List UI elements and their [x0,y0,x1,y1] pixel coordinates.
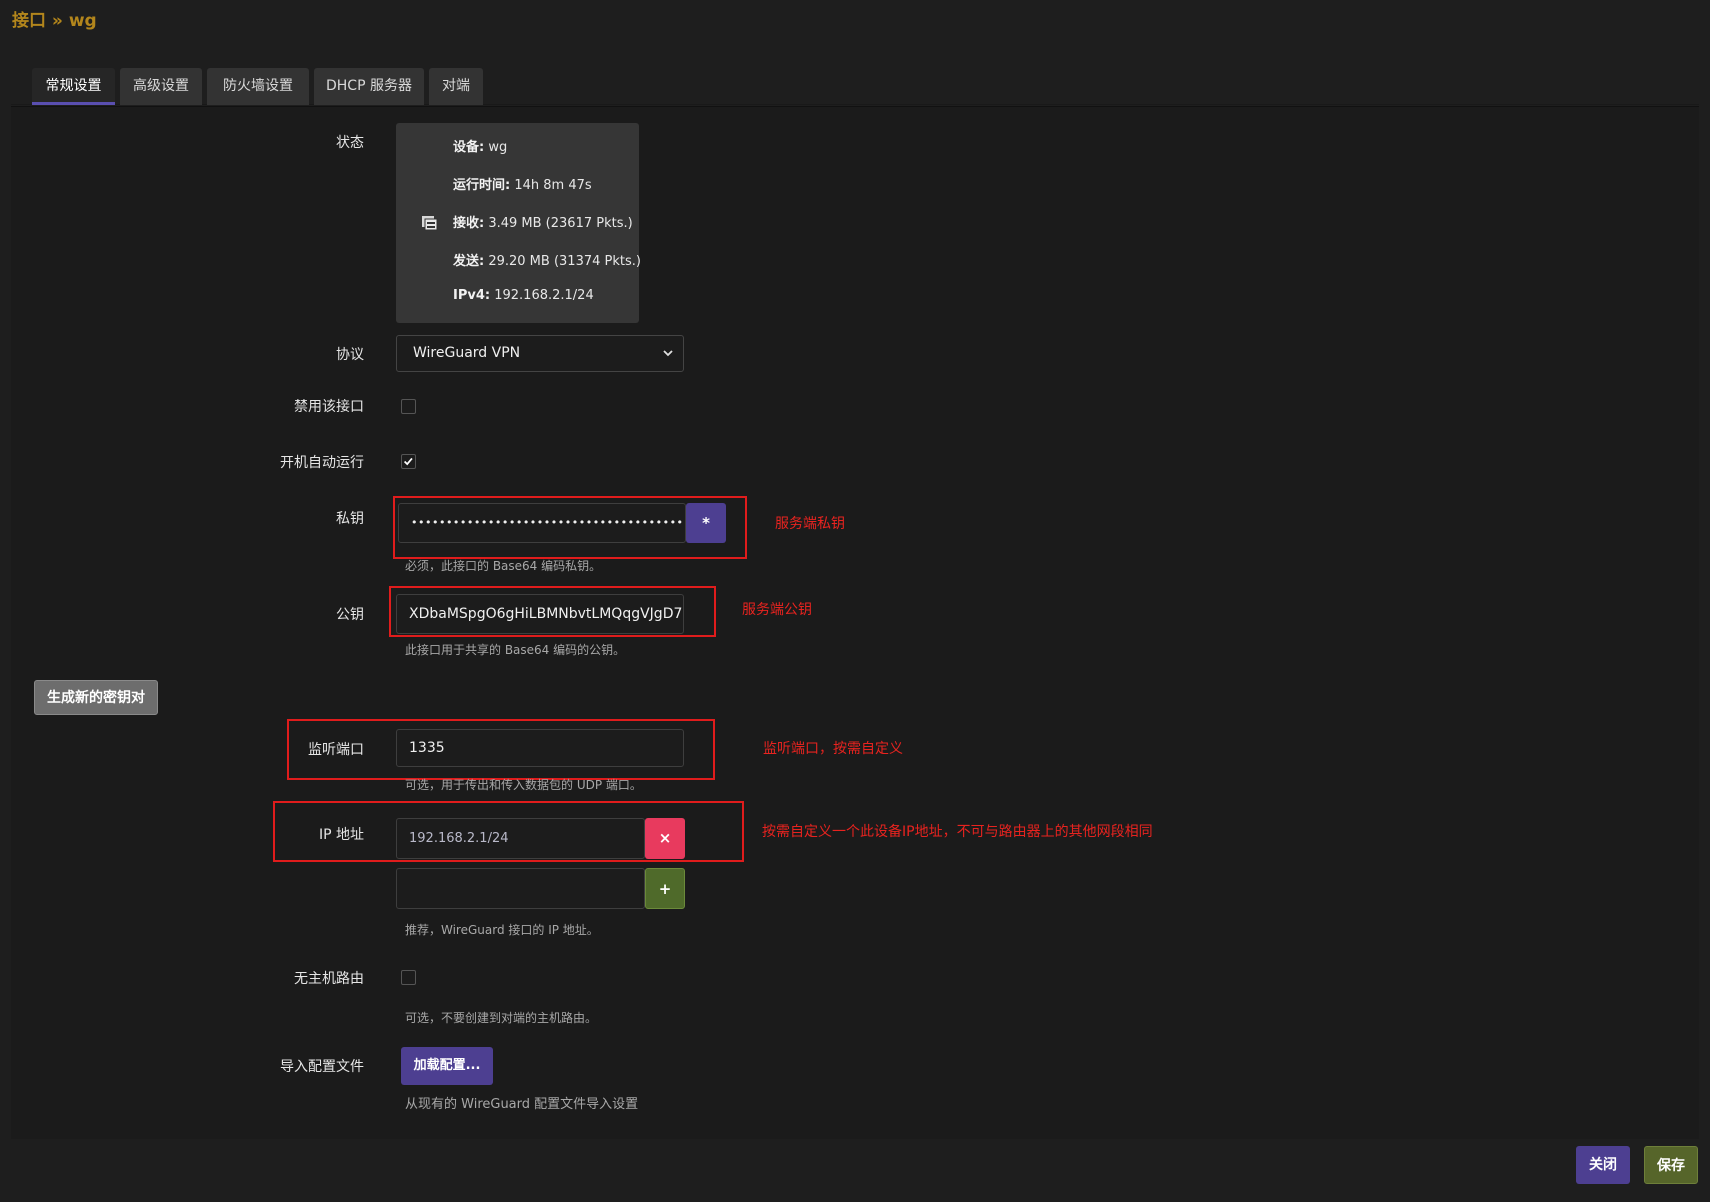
public-key-annotation: 服务端公钥 [742,602,812,618]
no-host-route-hint: 可选，不要创建到对端的主机路由。 [405,1011,598,1025]
new-ip-address-input[interactable] [396,868,645,909]
import-config-label: 导入配置文件 [280,1059,364,1075]
status-ipv4: IPv4: 192.168.2.1/24 [453,288,594,303]
private-key-annotation: 服务端私钥 [775,516,845,532]
save-button[interactable]: 保存 [1644,1146,1698,1184]
status-uptime: 运行时间: 14h 8m 47s [453,178,592,193]
no-host-route-label: 无主机路由 [294,971,364,987]
protocol-value: WireGuard VPN [413,345,521,361]
chevron-down-icon [663,350,673,357]
disable-interface-checkbox[interactable] [401,399,416,414]
ethernet-port-icon [422,216,438,231]
tab-bar: 常规设置 高级设置 防火墙设置 DHCP 服务器 对端 [11,68,1699,105]
public-key-label: 公钥 [336,607,364,623]
add-ip-address-button[interactable]: + [645,868,685,909]
listen-port-annotation: 监听端口，按需自定义 [763,741,903,757]
tab-dhcp-server[interactable]: DHCP 服务器 [314,68,424,105]
status-device: 设备: wg [453,140,508,155]
tab-general-settings[interactable]: 常规设置 [32,68,115,105]
load-config-button[interactable]: 加载配置... [401,1047,493,1085]
public-key-hint: 此接口用于共享的 Base64 编码的公钥。 [405,643,626,657]
status-label: 状态 [336,135,364,151]
close-button[interactable]: 关闭 [1576,1146,1630,1184]
page-title: 接口 » wg [12,11,97,31]
private-key-highlight [393,496,747,559]
ip-address-highlight [273,801,744,862]
ip-address-annotation: 按需自定义一个此设备IP地址，不可与路由器上的其他网段相同 [762,824,1153,840]
status-tx: 发送: 29.20 MB (31374 Pkts.) [453,254,641,269]
tab-advanced-settings[interactable]: 高级设置 [120,68,202,105]
autostart-checkbox[interactable] [401,454,416,469]
protocol-select[interactable]: WireGuard VPN [396,335,684,372]
disable-interface-label: 禁用该接口 [294,399,364,415]
listen-port-highlight [287,719,715,780]
protocol-label: 协议 [336,347,364,363]
public-key-highlight [389,586,716,637]
private-key-hint: 必须，此接口的 Base64 编码私钥。 [405,559,602,573]
status-rx: 接收: 3.49 MB (23617 Pkts.) [453,216,633,231]
ip-address-hint: 推荐，WireGuard 接口的 IP 地址。 [405,923,599,937]
import-config-hint: 从现有的 WireGuard 配置文件导入设置 [405,1097,639,1112]
autostart-label: 开机自动运行 [280,455,364,471]
checkmark-icon [403,457,413,466]
tab-peers[interactable]: 对端 [429,68,483,105]
private-key-label: 私钥 [336,511,364,527]
tab-firewall-settings[interactable]: 防火墙设置 [207,68,309,105]
no-host-route-checkbox[interactable] [401,970,416,985]
generate-keypair-button[interactable]: 生成新的密钥对 [34,680,158,715]
listen-port-hint: 可选，用于传出和传入数据包的 UDP 端口。 [405,778,642,792]
